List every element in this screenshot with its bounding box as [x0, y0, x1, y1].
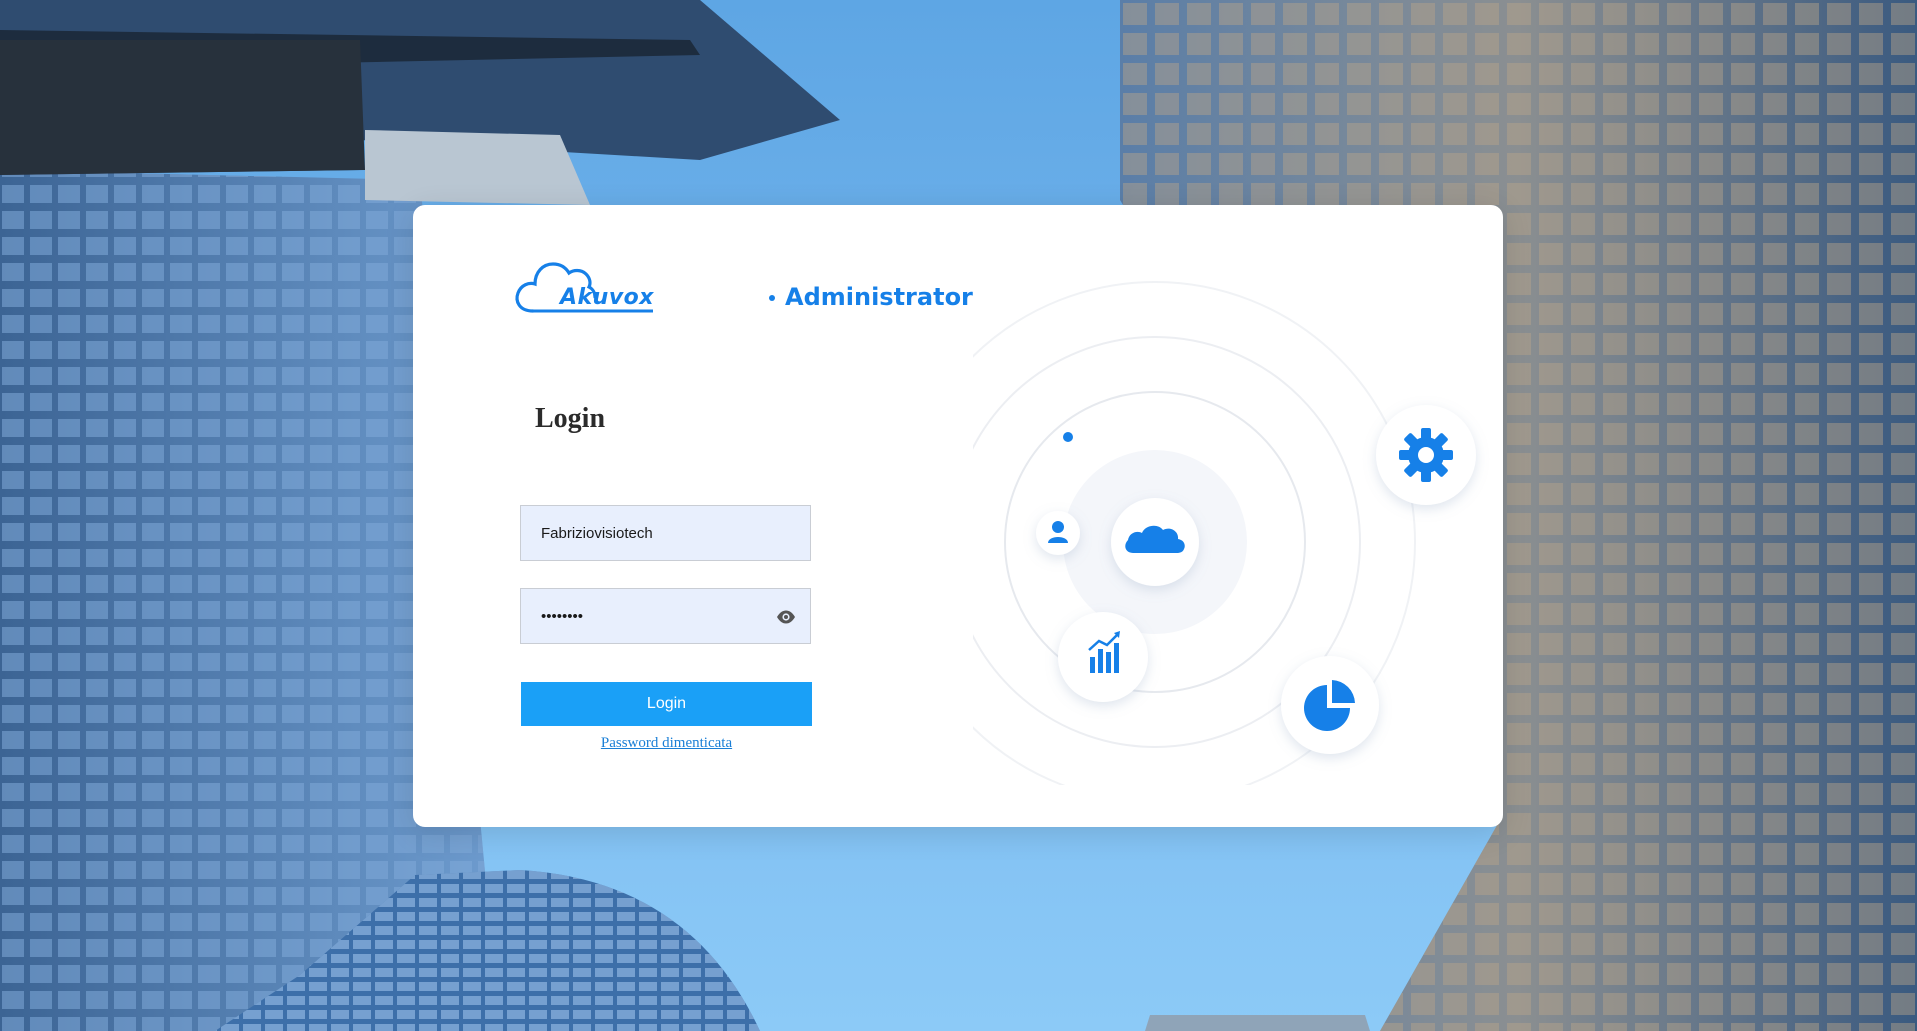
cloud-icon — [1111, 498, 1199, 586]
username-input[interactable] — [521, 506, 810, 560]
user-icon — [1036, 511, 1080, 555]
orbit-dot — [1063, 432, 1073, 442]
password-field-wrapper — [520, 588, 811, 644]
pie-chart-icon — [1281, 656, 1379, 754]
akuvox-logo: Akuvox Administrator — [513, 247, 973, 317]
login-button[interactable]: Login — [521, 682, 812, 726]
login-page: Akuvox Administrator Login Login Passwor… — [0, 0, 1917, 1031]
logo-separator-dot — [769, 295, 775, 301]
login-title: Login — [535, 403, 606, 434]
logo-wordmark: Akuvox — [560, 285, 654, 310]
login-card: Akuvox Administrator Login Login Passwor… — [413, 205, 1503, 827]
eye-icon[interactable] — [776, 609, 796, 625]
forgot-password-link[interactable]: Password dimenticata — [521, 735, 812, 752]
bar-chart-icon — [1058, 612, 1148, 702]
password-input[interactable] — [521, 589, 810, 643]
logo-product-name: Administrator — [785, 283, 973, 311]
username-field-wrapper — [520, 505, 811, 561]
cloud-services-illustration — [973, 281, 1476, 785]
gear-icon — [1376, 405, 1476, 505]
